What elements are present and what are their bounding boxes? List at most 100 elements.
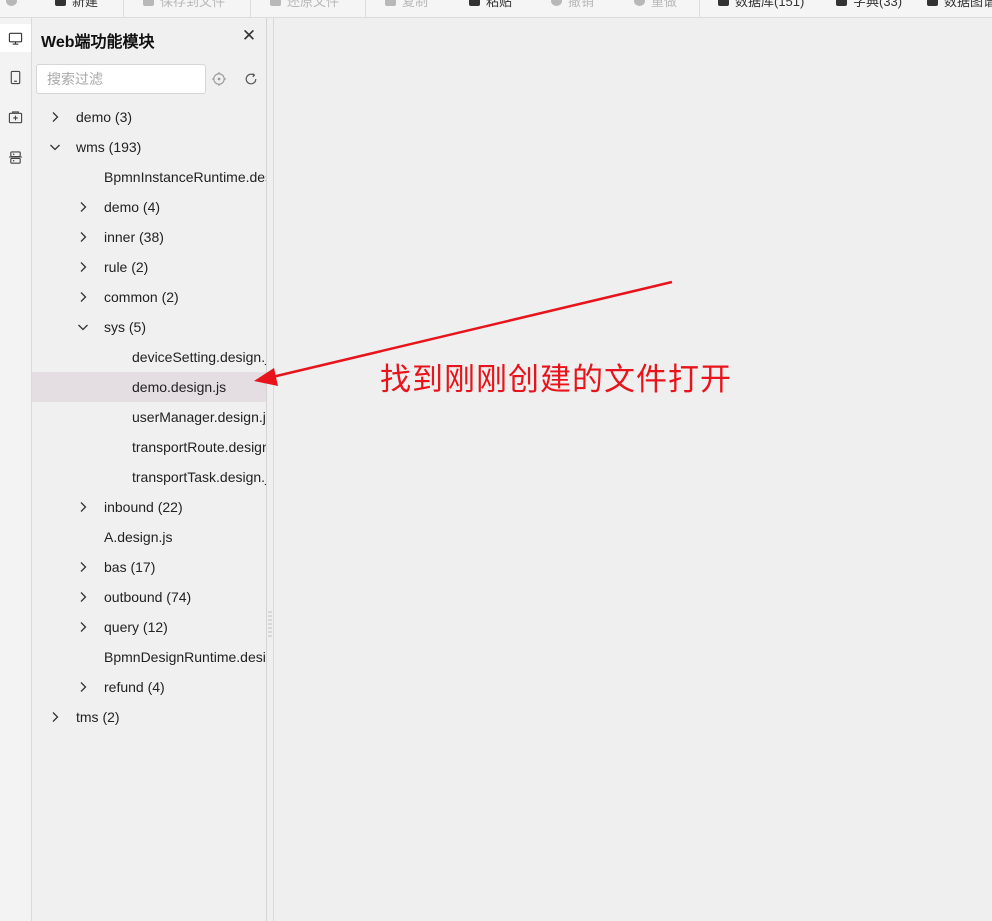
- toolbar-new-button[interactable]: 新建: [55, 0, 98, 9]
- tree-node-label: common (2): [104, 289, 179, 305]
- tree-folder-node[interactable]: query (12): [32, 612, 266, 642]
- database-icon: [718, 0, 729, 6]
- tree-folder-node[interactable]: demo (4): [32, 192, 266, 222]
- mobile-icon: [10, 70, 21, 84]
- tree-node-label: query (12): [104, 619, 168, 635]
- tree-node-label: demo (4): [104, 199, 161, 215]
- toolbar-redo-button[interactable]: 重做: [634, 0, 677, 9]
- module-tree: demo (3) wms (193) BpmnInstanceRuntime.des…: [32, 102, 266, 732]
- tree-node-label: sys (5): [104, 319, 146, 335]
- activity-mobile-modules-button[interactable]: [0, 63, 31, 91]
- toolbar-copy-button[interactable]: 复制: [385, 0, 428, 9]
- tree-node-label: transportRoute.design.js: [132, 439, 266, 455]
- copy-icon: [385, 0, 396, 6]
- tree-folder-node[interactable]: inbound (22): [32, 492, 266, 522]
- locate-icon[interactable]: [211, 71, 227, 87]
- chevron-right-icon: [80, 562, 87, 572]
- editor-area: [274, 18, 992, 921]
- tree-folder-node[interactable]: outbound (74): [32, 582, 266, 612]
- chevron-right-icon: [80, 262, 87, 272]
- tree-node-label: userManager.design.js: [132, 409, 266, 425]
- tree-node-label: bas (17): [104, 559, 156, 575]
- tree-folder-node[interactable]: common (2): [32, 282, 266, 312]
- toolbar-restore-button[interactable]: 还原文件: [270, 0, 339, 9]
- tree-node-label: outbound (74): [104, 589, 192, 605]
- toolbar-undo-button[interactable]: 撤销: [551, 0, 594, 9]
- save-icon: [143, 0, 154, 6]
- chevron-right-icon: [80, 292, 87, 302]
- tree-file-node[interactable]: transportTask.design.js: [32, 462, 266, 492]
- chevron-right-icon: [80, 592, 87, 602]
- tree-folder-node[interactable]: wms (193): [32, 132, 266, 162]
- tree-file-node[interactable]: A.design.js: [32, 522, 266, 552]
- redo-icon: [634, 0, 645, 6]
- toolbar-save-label: 保存到文件: [160, 0, 226, 9]
- toolbar-database-button[interactable]: 数据库(151): [718, 0, 804, 9]
- chevron-right-icon: [80, 502, 87, 512]
- toolbar-undo-label: 撤销: [568, 0, 595, 9]
- chevron-right-icon: [80, 202, 87, 212]
- toolbar-paste-button[interactable]: 粘贴: [469, 0, 512, 9]
- toolbar-data-graph-button[interactable]: 数据图谱: [927, 0, 992, 9]
- tree-file-node[interactable]: demo.design.js: [32, 372, 266, 402]
- tree-node-label: rule (2): [104, 259, 149, 275]
- tree-node-label: A.design.js: [104, 529, 173, 545]
- annotation-text: 找到刚刚创建的文件打开: [380, 362, 732, 398]
- tree-file-node[interactable]: userManager.design.js: [32, 402, 266, 432]
- activity-services-button[interactable]: [0, 143, 31, 171]
- tree-node-label: transportTask.design.js: [132, 469, 266, 485]
- resize-handle[interactable]: [268, 610, 272, 640]
- tree-folder-node[interactable]: demo (3): [32, 102, 266, 132]
- search-input[interactable]: [36, 64, 206, 94]
- chevron-down-icon: [50, 144, 60, 151]
- tree-node-label: refund (4): [104, 679, 165, 695]
- restore-icon: [270, 0, 281, 6]
- toolbar-new-label: 新建: [72, 0, 99, 9]
- toolbar-settings-button[interactable]: [6, 0, 23, 9]
- tree-file-node[interactable]: BpmnInstanceRuntime.design.js: [32, 162, 266, 192]
- tree-node-label: inbound (22): [104, 499, 183, 515]
- activity-add-module-button[interactable]: [0, 103, 31, 131]
- toolbar-save-button[interactable]: 保存到文件: [143, 0, 225, 9]
- chevron-down-icon: [78, 324, 88, 331]
- service-icon: [8, 150, 23, 164]
- tree-node-label: BpmnInstanceRuntime.design.js: [104, 169, 266, 185]
- close-icon: ✕: [241, 26, 257, 45]
- toolbar-redo-label: 重做: [651, 0, 678, 9]
- tree-folder-node[interactable]: inner (38): [32, 222, 266, 252]
- top-toolbar: 新建 保存到文件 还原文件 复制 粘贴 撤销 重做 数据库(151) 字典(33…: [0, 0, 992, 18]
- paste-icon: [469, 0, 480, 6]
- tree-folder-node[interactable]: rule (2): [32, 252, 266, 282]
- tree-file-node[interactable]: transportRoute.design.js: [32, 432, 266, 462]
- chevron-right-icon: [80, 622, 87, 632]
- panel-title: Web端功能模块: [41, 34, 155, 51]
- toolbar-dictionary-button[interactable]: 字典(33): [836, 0, 902, 9]
- chevron-right-icon: [52, 112, 59, 122]
- refresh-icon[interactable]: [243, 71, 259, 87]
- toolbar-copy-label: 复制: [402, 0, 429, 9]
- tree-node-label: tms (2): [76, 709, 120, 725]
- undo-icon: [551, 0, 562, 6]
- toolbar-paste-label: 粘贴: [486, 0, 513, 9]
- add-module-icon: [8, 110, 23, 123]
- tree-folder-node[interactable]: bas (17): [32, 552, 266, 582]
- new-icon: [55, 0, 66, 6]
- tree-folder-node[interactable]: tms (2): [32, 702, 266, 732]
- tree-file-node[interactable]: BpmnDesignRuntime.design.js: [32, 642, 266, 672]
- chevron-right-icon: [80, 232, 87, 242]
- tree-node-label: inner (38): [104, 229, 164, 245]
- chevron-right-icon: [80, 682, 87, 692]
- dictionary-icon: [836, 0, 847, 6]
- panel-close-button[interactable]: ✕: [240, 26, 258, 45]
- tree-node-label: deviceSetting.design.js: [132, 349, 266, 365]
- tree-node-label: demo.design.js: [132, 379, 227, 395]
- tree-folder-node[interactable]: refund (4): [32, 672, 266, 702]
- toolbar-data-graph-label: 数据图谱: [944, 0, 992, 9]
- tree-node-label: demo (3): [76, 109, 133, 125]
- activity-web-modules-button[interactable]: [0, 24, 31, 52]
- tree-node-label: wms (193): [76, 139, 142, 155]
- toolbar-dictionary-label: 字典(33): [853, 0, 903, 9]
- activity-bar: [0, 18, 32, 921]
- tree-folder-node[interactable]: sys (5): [32, 312, 266, 342]
- tree-file-node[interactable]: deviceSetting.design.js: [32, 342, 266, 372]
